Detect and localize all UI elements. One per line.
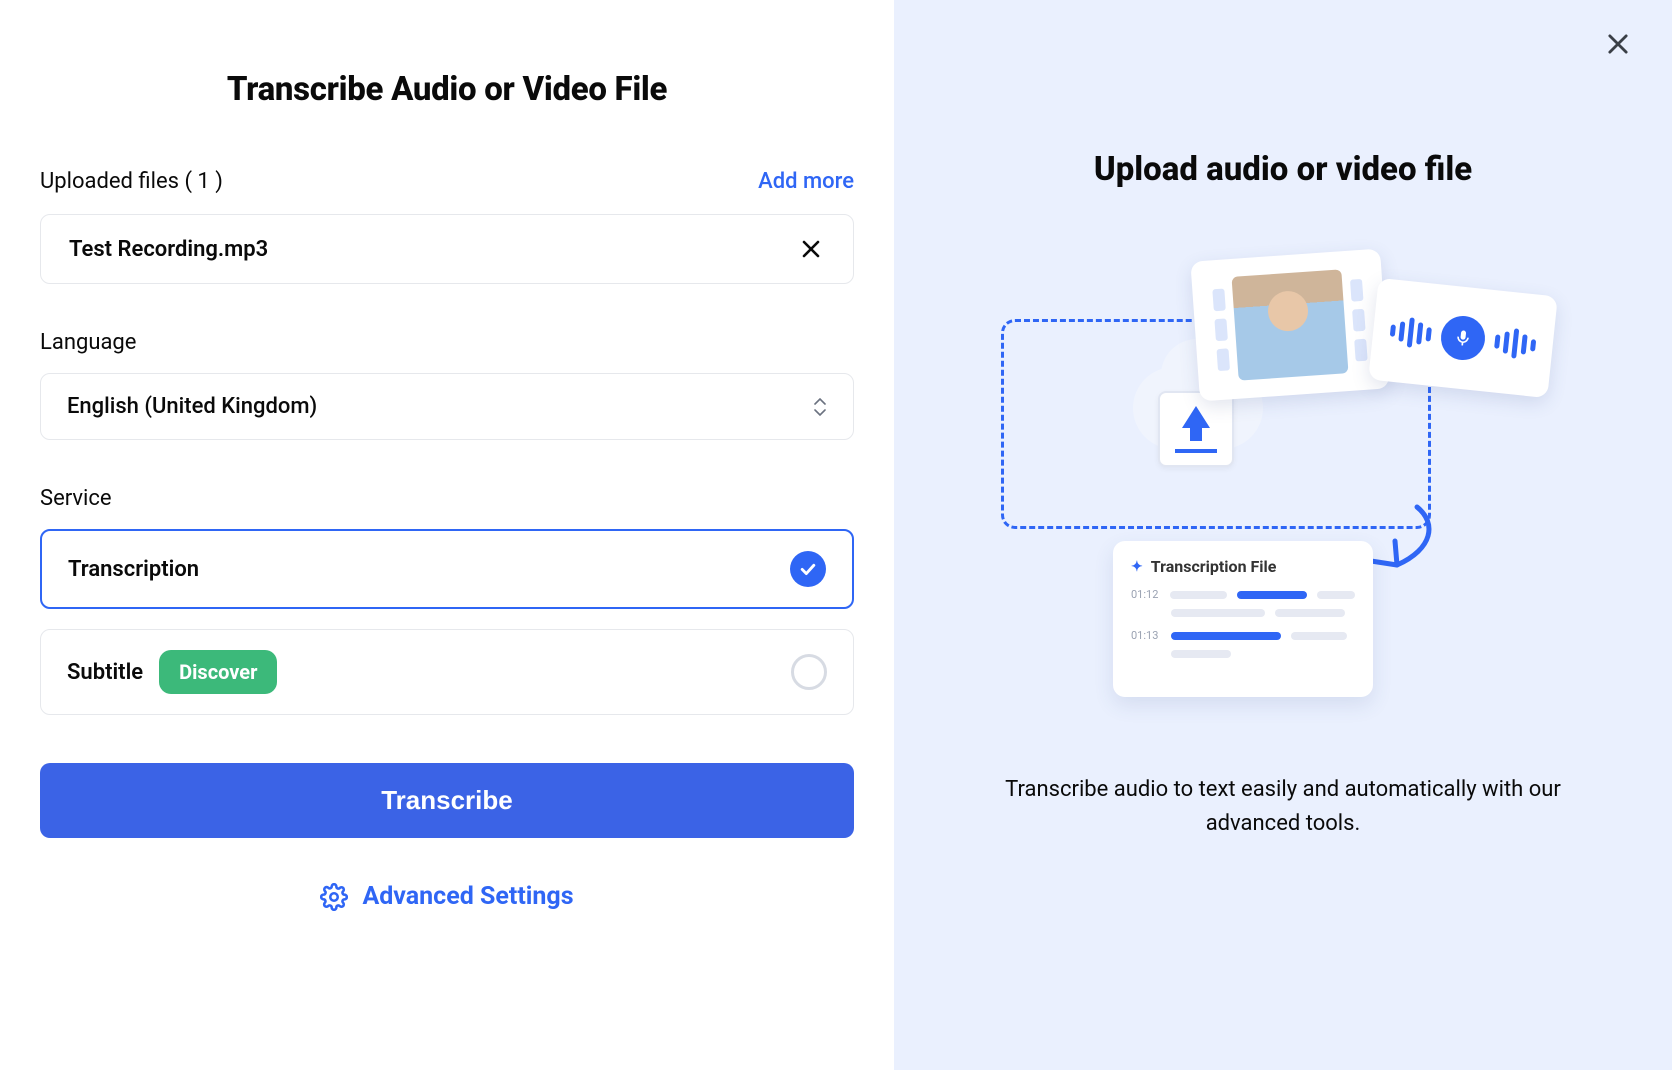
illustration: ✦ Transcription File 01:12 01:13 xyxy=(993,259,1573,729)
language-select[interactable]: English (United Kingdom) xyxy=(40,373,854,440)
upload-arrow-icon xyxy=(1158,391,1234,467)
language-label: Language xyxy=(40,330,854,355)
close-icon xyxy=(1604,30,1632,58)
audio-file-icon xyxy=(1368,278,1558,398)
language-value: English (United Kingdom) xyxy=(67,394,317,419)
info-description: Transcribe audio to text easily and auto… xyxy=(983,773,1583,841)
sparkle-icon: ✦ xyxy=(1131,559,1143,575)
info-panel: Upload audio or video file xyxy=(894,0,1672,1070)
service-option-transcription[interactable]: Transcription xyxy=(40,529,854,609)
gear-icon xyxy=(320,883,348,911)
service-subtitle-label: Subtitle xyxy=(67,660,143,685)
service-options: Transcription Subtitle Discover xyxy=(40,529,854,715)
transcription-result-icon: ✦ Transcription File 01:12 01:13 xyxy=(1113,541,1373,697)
remove-file-button[interactable] xyxy=(797,235,825,263)
select-updown-icon xyxy=(813,398,827,416)
service-label: Service xyxy=(40,486,854,511)
advanced-settings-label: Advanced Settings xyxy=(362,882,573,911)
microphone-icon xyxy=(1439,314,1487,362)
timestamp: 01:13 xyxy=(1131,629,1161,642)
service-option-subtitle[interactable]: Subtitle Discover xyxy=(40,629,854,715)
close-icon xyxy=(799,237,823,261)
uploaded-files-header: Uploaded files ( 1 ) Add more xyxy=(40,169,854,194)
info-title: Upload audio or video file xyxy=(1094,150,1472,189)
uploaded-file-name: Test Recording.mp3 xyxy=(69,237,268,262)
form-panel: Transcribe Audio or Video File Uploaded … xyxy=(0,0,894,1070)
uploaded-files-label: Uploaded files ( 1 ) xyxy=(40,169,223,194)
video-file-icon xyxy=(1190,249,1389,402)
discover-badge: Discover xyxy=(159,650,277,694)
uploaded-file-row: Test Recording.mp3 xyxy=(40,214,854,284)
radio-checked-icon xyxy=(790,551,826,587)
result-card-title: Transcription File xyxy=(1151,557,1277,576)
radio-unchecked-icon xyxy=(791,654,827,690)
service-transcription-label: Transcription xyxy=(68,557,199,582)
page-title: Transcribe Audio or Video File xyxy=(40,70,854,109)
transcribe-button[interactable]: Transcribe xyxy=(40,763,854,838)
timestamp: 01:12 xyxy=(1131,588,1160,601)
add-more-link[interactable]: Add more xyxy=(758,169,854,194)
advanced-settings-link[interactable]: Advanced Settings xyxy=(40,882,854,911)
close-button[interactable] xyxy=(1604,30,1636,62)
